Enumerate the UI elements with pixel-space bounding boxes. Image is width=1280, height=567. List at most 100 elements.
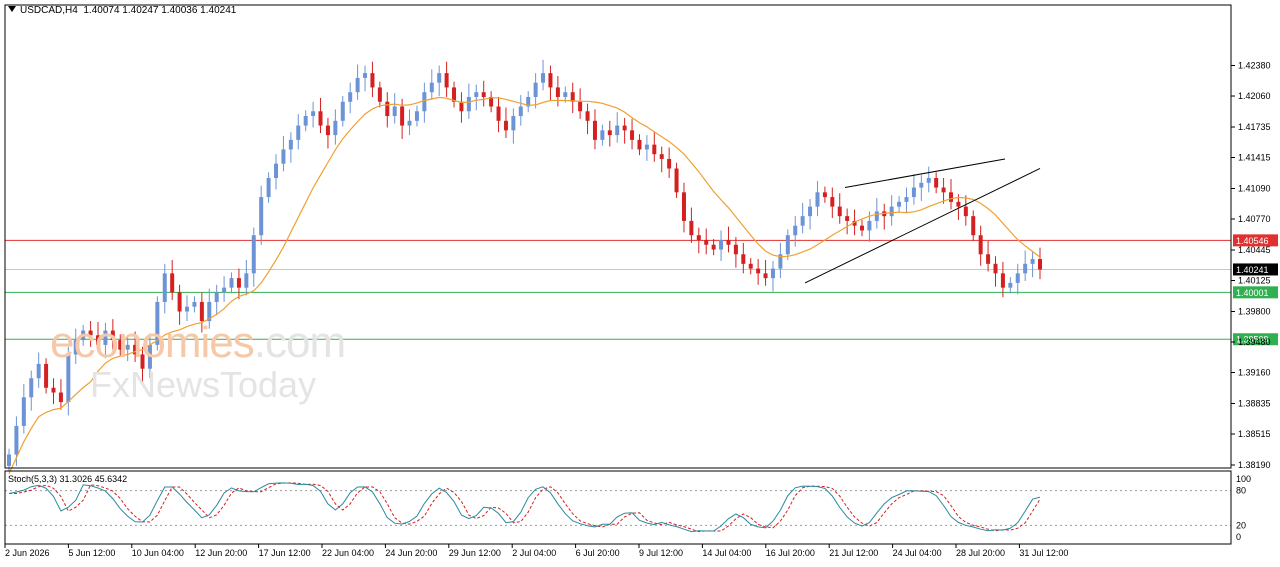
candle-body	[7, 454, 11, 466]
stoch-axis-label: 80	[1236, 486, 1246, 496]
candle-body	[689, 220, 694, 236]
candle-body	[1000, 273, 1005, 288]
x-tick-label: 6 Jul 20:00	[576, 548, 620, 558]
stoch-axis-label: 20	[1236, 520, 1246, 530]
candle-body	[437, 73, 442, 83]
candle-body	[948, 192, 953, 202]
candle-body	[385, 101, 390, 117]
stoch-header: Stoch(5,3,3) 31.3026 45.6342	[8, 474, 127, 484]
candle-body	[600, 130, 605, 140]
y-tick-label: 1.42380	[1238, 61, 1271, 71]
watermark-economies: economies.com	[50, 318, 346, 367]
candle-body	[481, 92, 486, 97]
low-value: 1.40036	[161, 5, 198, 16]
candle-body	[1015, 273, 1020, 283]
candle-body	[474, 92, 479, 97]
x-tick-label: 2 Jul 04:00	[512, 548, 556, 558]
candle-body	[244, 273, 249, 288]
candle-body	[815, 192, 820, 207]
candle-body	[919, 182, 924, 188]
candle-body	[830, 197, 835, 207]
candle-body	[58, 392, 63, 403]
candle-body	[592, 120, 597, 140]
candle-body	[845, 216, 850, 221]
candle-body	[1023, 263, 1028, 274]
candle-body	[21, 397, 26, 426]
y-tick-label: 1.42060	[1238, 91, 1271, 101]
candle-body	[303, 116, 308, 126]
candle-body	[36, 363, 41, 379]
y-tick-label: 1.38835	[1238, 399, 1271, 409]
candle-body	[214, 292, 219, 302]
candle-body	[51, 387, 56, 393]
candle-body	[733, 244, 738, 255]
candle-body	[370, 73, 375, 88]
x-tick-label: 14 Jul 04:00	[702, 548, 751, 558]
candle-body	[288, 139, 293, 150]
candle-body	[363, 73, 368, 78]
stoch-signal-value: 45.6342	[94, 474, 128, 484]
stoch-main-value: 31.3026	[59, 474, 93, 484]
candle-body	[615, 125, 620, 136]
candle-body	[585, 111, 590, 121]
candle-body	[325, 125, 330, 136]
candle-body	[681, 192, 686, 221]
candle-body	[986, 254, 991, 264]
close-value: 1.40241	[200, 5, 237, 16]
symbol-label: USDCAD,H4	[20, 5, 78, 16]
candle-body	[578, 101, 583, 112]
candle-body	[904, 197, 909, 202]
candle-body	[311, 111, 316, 117]
candle-body	[667, 158, 672, 169]
candle-body	[822, 192, 827, 198]
candle-body	[770, 268, 775, 279]
candle-body	[1038, 259, 1042, 270]
candle-body	[266, 178, 271, 198]
stoch-axis-label: 100	[1236, 474, 1251, 484]
candle-body	[978, 235, 983, 255]
candle-body	[963, 206, 968, 217]
candle-body	[14, 425, 19, 455]
candle-body	[911, 187, 916, 198]
candle-body	[281, 149, 286, 164]
collapse-triangle-icon[interactable]	[8, 6, 16, 12]
candle-body	[637, 139, 642, 150]
candle-body	[785, 235, 790, 255]
candle-body	[741, 254, 746, 264]
y-tick-label: 1.39160	[1238, 368, 1271, 378]
candle-body	[496, 106, 501, 121]
candle-body	[414, 111, 419, 121]
chart-canvas: 1.405461.402411.400011.39509 10080200 1.…	[4, 4, 1278, 558]
candle-body	[274, 163, 279, 179]
candle-body	[889, 206, 894, 217]
candle-body	[793, 225, 798, 236]
candle-body	[296, 125, 301, 140]
candle-body	[941, 187, 946, 193]
candle-body	[763, 273, 768, 279]
candle-body	[251, 235, 256, 274]
y-tick-label: 1.41415	[1238, 153, 1271, 163]
candle-body	[644, 144, 649, 150]
candle-body	[222, 287, 227, 293]
candle-body	[993, 263, 998, 274]
candle-body	[748, 263, 753, 269]
candle-body	[926, 178, 931, 183]
y-tick-label: 1.41735	[1238, 122, 1271, 132]
x-tick-label: 31 Jul 12:00	[1019, 548, 1068, 558]
candle-body	[607, 130, 612, 136]
candle-body	[229, 278, 234, 288]
y-tick-label: 1.41090	[1238, 184, 1271, 194]
x-tick-label: 29 Jun 12:00	[449, 548, 501, 558]
x-tick-label: 2 Jun 2026	[5, 548, 50, 558]
symbol-header[interactable]: USDCAD,H4 1.40074 1.40247 1.40036 1.4024…	[8, 5, 236, 16]
candle-body	[696, 235, 701, 240]
candle-body	[503, 120, 508, 131]
open-value: 1.40074	[83, 5, 120, 16]
y-tick-label: 1.40770	[1238, 214, 1271, 224]
high-value: 1.40247	[122, 5, 159, 16]
y-tick-label: 1.38515	[1238, 429, 1271, 439]
candle-body	[622, 125, 627, 131]
y-tick-label: 1.38190	[1238, 460, 1271, 470]
candle-body	[444, 73, 449, 88]
candle-body	[563, 92, 568, 97]
